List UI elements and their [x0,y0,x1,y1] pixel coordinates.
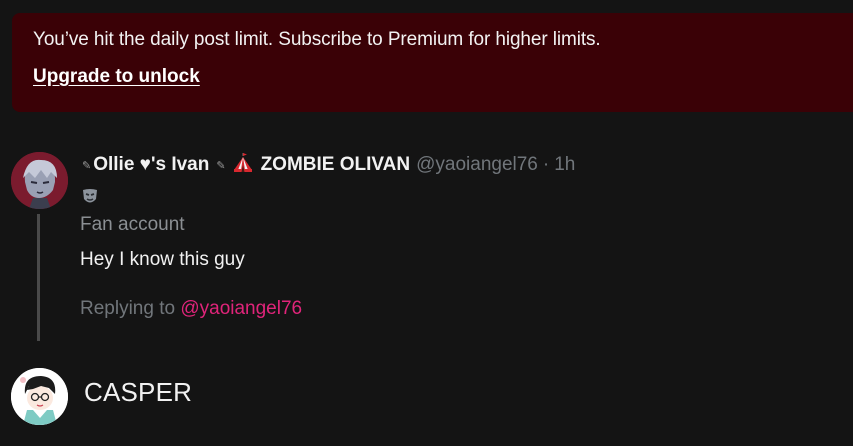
display-name-part1[interactable]: Ollie ♥'s Ivan [93,154,209,176]
post-limit-message: You’ve hit the daily post limit. Subscri… [33,29,601,50]
avatar-image [11,152,68,209]
account-label: Fan account [80,214,185,235]
avatar-image [11,368,68,425]
replying-handle-link[interactable]: @yaoiangel76 [180,298,302,319]
avatar[interactable] [11,152,68,209]
post-timestamp[interactable]: 1h [554,154,575,176]
user-handle[interactable]: @yaoiangel76 [416,154,538,176]
replying-to: Replying to @yaoiangel76 [80,298,302,320]
post-text: Hey I know this guy [80,249,245,270]
separator-dot: · [542,154,550,175]
upgrade-link[interactable]: Upgrade to unlock [33,66,200,88]
replying-prefix: Replying to [80,298,181,319]
avatar[interactable] [11,368,68,425]
feather-emoji-icon: ✎ [216,159,226,172]
circus-tent-icon [232,151,254,179]
post-limit-banner: You’ve hit the daily post limit. Subscri… [12,13,853,112]
theater-mask-icon [80,187,100,212]
thread-connector-line [37,214,40,341]
display-name-part2[interactable]: ZOMBIE OLIVAN [261,154,411,176]
next-post-display-name[interactable]: CASPER [84,377,192,408]
post-header: ✎ Ollie ♥'s Ivan ✎ ZOMBIE OLIVAN @yaoian… [80,152,575,178]
feather-emoji-icon: ✎ [82,159,92,172]
